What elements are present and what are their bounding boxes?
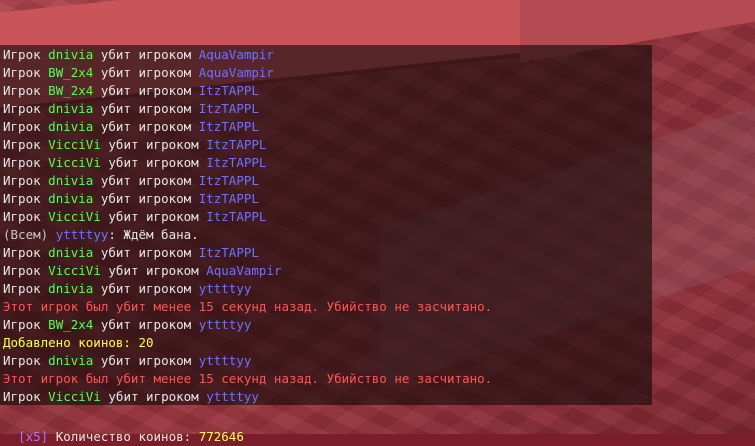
- killer-name: VicciVi: [48, 137, 101, 152]
- victim-name: yttttyy: [198, 353, 252, 368]
- kill-prefix: Игрок: [3, 245, 41, 260]
- chat-line: Игрок dnivia убит игроком ItzTAPPL: [3, 172, 492, 190]
- chat-message: : Ждём бана.: [108, 227, 199, 242]
- victim-name: yttttyy: [198, 281, 252, 296]
- kill-verb: убит игроком: [100, 173, 192, 188]
- kill-verb: убит игроком: [100, 191, 192, 206]
- kill-prefix: Игрок: [3, 155, 41, 170]
- victim-name: AquaVampir: [198, 47, 274, 62]
- killer-name: dnivia: [48, 191, 94, 206]
- victim-name: AquaVampir: [198, 65, 274, 80]
- kill-verb: убит игроком: [100, 119, 192, 134]
- coins-added-message: Добавлено коинов: 20: [3, 335, 154, 350]
- victim-name: yttttyy: [198, 317, 252, 332]
- victim-name: ItzTAPPL: [198, 119, 259, 134]
- chat-line: Игрок VicciVi убит игроком AquaVampir: [3, 262, 492, 280]
- chat-line: Игрок VicciVi убит игроком yttttyy: [3, 388, 492, 406]
- kill-prefix: Игрок: [3, 281, 41, 296]
- chat-line: Игрок dnivia убит игроком yttttyy: [3, 352, 492, 370]
- chat-line: Игрок BW_2x4 убит игроком ItzTAPPL: [3, 82, 492, 100]
- killer-name: VicciVi: [48, 209, 101, 224]
- coin-status-bar: [x5] Количество коинов: 772646: [3, 410, 244, 444]
- chat-author: yttttyy: [55, 227, 109, 242]
- chat-line: Игрок dnivia убит игроком AquaVampir: [3, 46, 492, 64]
- killer-name: dnivia: [48, 173, 94, 188]
- victim-name: ItzTAPPL: [206, 209, 267, 224]
- chat-line: Игрок VicciVi убит игроком ItzTAPPL: [3, 154, 492, 172]
- chat-line: Игрок dnivia убит игроком ItzTAPPL: [3, 190, 492, 208]
- killer-name: dnivia: [48, 281, 94, 296]
- victim-name: ItzTAPPL: [198, 191, 259, 206]
- chat-line: Игрок BW_2x4 убит игроком AquaVampir: [3, 64, 492, 82]
- kill-verb: убит игроком: [108, 209, 199, 224]
- chat-line: Игрок dnivia убит игроком ItzTAPPL: [3, 118, 492, 136]
- killer-name: dnivia: [48, 101, 94, 116]
- killer-name: VicciVi: [48, 389, 101, 404]
- victim-name: yttttyy: [206, 389, 259, 404]
- kill-prefix: Игрок: [3, 353, 41, 368]
- kill-verb: убит игроком: [100, 317, 192, 332]
- kill-verb: убит игроком: [100, 353, 192, 368]
- chat-line: Игрок VicciVi убит игроком ItzTAPPL: [3, 208, 492, 226]
- chat-line: Игрок dnivia убит игроком yttttyy: [3, 280, 492, 298]
- killer-name: BW_2x4: [48, 65, 94, 80]
- killer-name: VicciVi: [48, 263, 101, 278]
- chat-line: Этот игрок был убит менее 15 секунд наза…: [3, 298, 492, 316]
- kill-prefix: Игрок: [3, 65, 41, 80]
- coin-multiplier: [x5]: [18, 429, 49, 444]
- chat-line: (Всем) yttttyy: Ждём бана.: [3, 226, 492, 244]
- kill-verb: убит игроком: [100, 83, 192, 98]
- chat-line: Добавлено коинов: 20: [3, 334, 492, 352]
- killer-name: VicciVi: [48, 155, 101, 170]
- coin-label: Количество коинов:: [48, 429, 199, 444]
- killer-name: dnivia: [48, 47, 94, 62]
- kill-prefix: Игрок: [3, 47, 41, 62]
- kill-prefix: Игрок: [3, 263, 41, 278]
- kill-prefix: Игрок: [3, 83, 41, 98]
- killer-name: dnivia: [48, 119, 94, 134]
- killer-name: BW_2x4: [48, 83, 94, 98]
- victim-name: ItzTAPPL: [198, 101, 259, 116]
- kill-verb: убит игроком: [108, 389, 199, 404]
- victim-name: ItzTAPPL: [198, 173, 259, 188]
- chat-line: Этот игрок был убит менее 15 секунд наза…: [3, 370, 492, 388]
- killer-name: BW_2x4: [48, 317, 94, 332]
- kill-verb: убит игроком: [108, 155, 199, 170]
- kill-verb: убит игроком: [108, 263, 199, 278]
- chat-channel: (Всем): [3, 227, 49, 242]
- kill-prefix: Игрок: [3, 317, 41, 332]
- victim-name: ItzTAPPL: [198, 245, 259, 260]
- victim-name: ItzTAPPL: [206, 137, 267, 152]
- coin-value: 772646: [198, 429, 244, 444]
- warning-message: Этот игрок был убит менее 15 секунд наза…: [3, 299, 493, 314]
- kill-prefix: Игрок: [3, 173, 41, 188]
- kill-verb: убит игроком: [100, 47, 192, 62]
- chat-log: Игрок dnivia убит игроком AquaVampir Игро…: [3, 46, 492, 406]
- victim-name: ItzTAPPL: [206, 155, 267, 170]
- killer-name: dnivia: [48, 353, 94, 368]
- kill-prefix: Игрок: [3, 389, 41, 404]
- kill-prefix: Игрок: [3, 137, 41, 152]
- chat-line: Игрок dnivia убит игроком ItzTAPPL: [3, 244, 492, 262]
- kill-prefix: Игрок: [3, 191, 41, 206]
- chat-line: Игрок VicciVi убит игроком ItzTAPPL: [3, 136, 492, 154]
- kill-verb: убит игроком: [108, 137, 199, 152]
- victim-name: AquaVampir: [206, 263, 282, 278]
- kill-prefix: Игрок: [3, 209, 41, 224]
- chat-line: Игрок BW_2x4 убит игроком yttttyy: [3, 316, 492, 334]
- kill-verb: убит игроком: [100, 245, 192, 260]
- kill-verb: убит игроком: [100, 101, 192, 116]
- kill-verb: убит игроком: [100, 65, 192, 80]
- kill-verb: убит игроком: [100, 281, 192, 296]
- kill-prefix: Игрок: [3, 101, 41, 116]
- killer-name: dnivia: [48, 245, 94, 260]
- chat-line: Игрок dnivia убит игроком ItzTAPPL: [3, 100, 492, 118]
- warning-message: Этот игрок был убит менее 15 секунд наза…: [3, 371, 493, 386]
- victim-name: ItzTAPPL: [198, 83, 259, 98]
- kill-prefix: Игрок: [3, 119, 41, 134]
